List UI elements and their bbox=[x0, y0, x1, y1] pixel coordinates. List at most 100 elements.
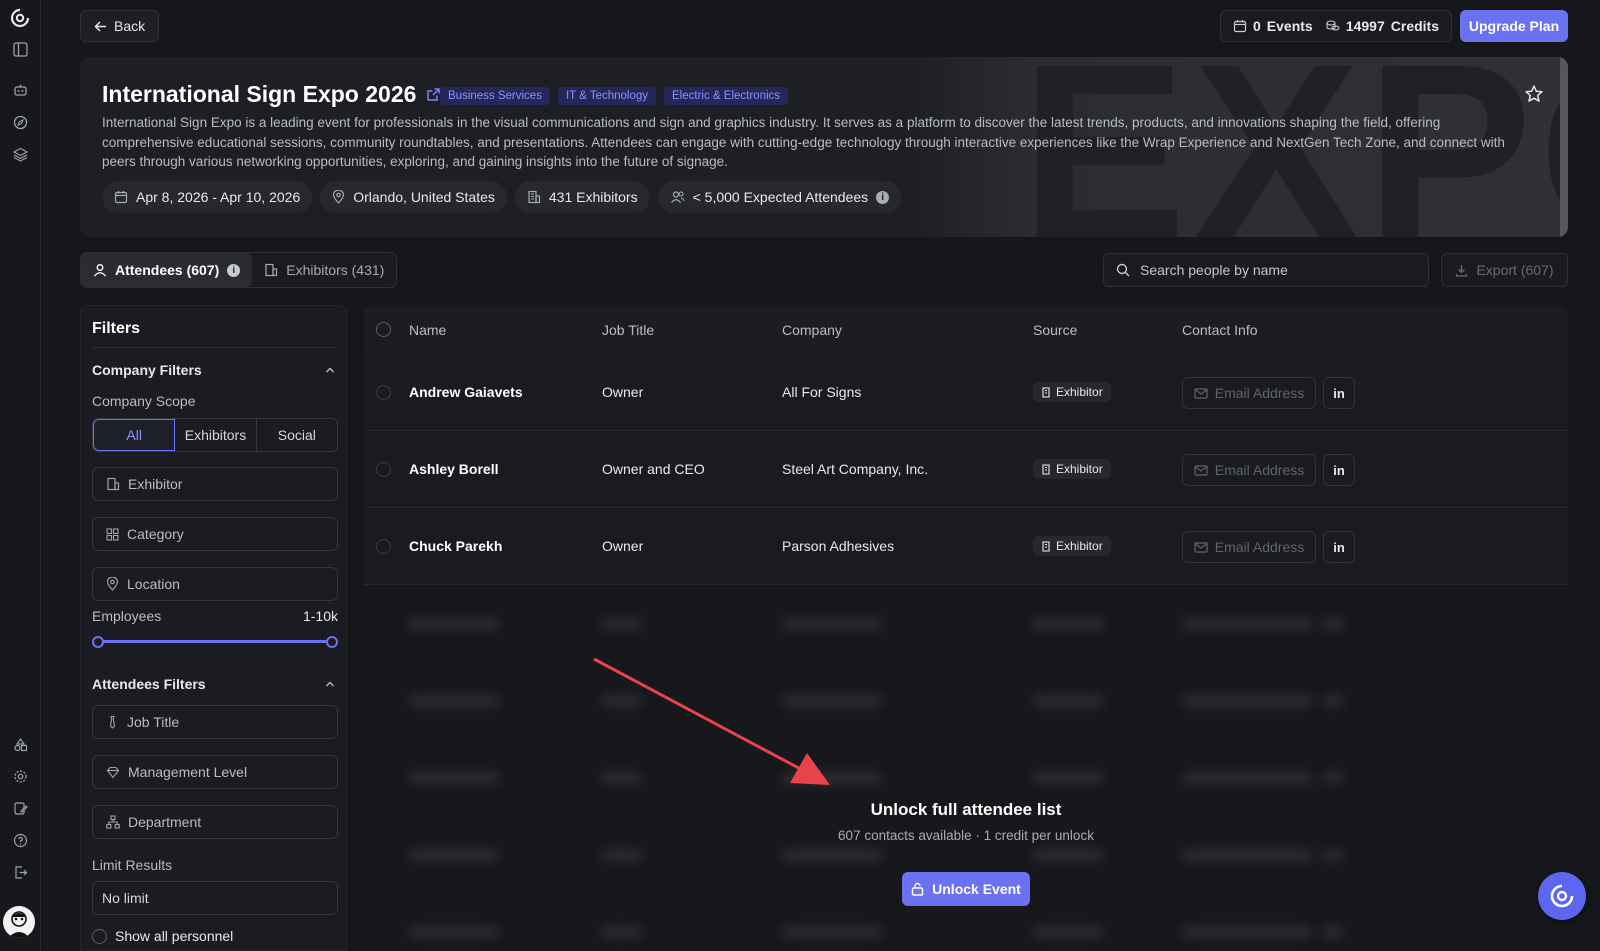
event-tags: Business Services IT & Technology Electr… bbox=[440, 87, 789, 105]
tag: IT & Technology bbox=[557, 87, 657, 105]
star-favorite-icon[interactable] bbox=[1524, 84, 1544, 104]
export-button[interactable]: Export (607) bbox=[1441, 253, 1568, 287]
header-job-title[interactable]: Job Title bbox=[602, 322, 654, 338]
upgrade-plan-button[interactable]: Upgrade Plan bbox=[1460, 10, 1568, 42]
coins-icon bbox=[1326, 19, 1340, 33]
building-icon bbox=[264, 263, 278, 277]
exhibitor-filter[interactable]: Exhibitor bbox=[92, 467, 338, 501]
help-icon[interactable] bbox=[9, 829, 31, 851]
attendees-chip: < 5,000 Expected Attendees i bbox=[657, 181, 902, 213]
tab-attendees[interactable]: Attendees (607) i bbox=[81, 253, 253, 287]
info-icon[interactable]: i bbox=[876, 190, 890, 204]
header-name[interactable]: Name bbox=[409, 322, 446, 338]
header-contact-info[interactable]: Contact Info bbox=[1182, 322, 1258, 338]
building-icon bbox=[106, 477, 120, 491]
tie-icon bbox=[106, 715, 119, 729]
unlock-title: Unlock full attendee list bbox=[870, 800, 1062, 819]
unlock-event-button[interactable]: Unlock Event bbox=[902, 872, 1030, 906]
attendee-company: All For Signs bbox=[782, 384, 862, 400]
table-header: Name Job Title Company Source Contact In… bbox=[364, 305, 1568, 355]
shapes-icon[interactable] bbox=[9, 733, 31, 755]
show-all-personnel[interactable]: Show all personnel bbox=[92, 928, 233, 944]
header-company[interactable]: Company bbox=[782, 322, 842, 338]
people-search bbox=[1103, 253, 1429, 287]
job-title-filter[interactable]: Job Title bbox=[92, 705, 338, 739]
filters-title: Filters bbox=[92, 320, 141, 337]
settings-gear-icon[interactable] bbox=[9, 765, 31, 787]
bot-icon[interactable] bbox=[9, 79, 31, 101]
linkedin-icon[interactable]: in bbox=[1323, 377, 1355, 409]
table-row[interactable]: Ashley Borell Owner and CEO Steel Art Co… bbox=[364, 432, 1568, 508]
company-filters-header[interactable]: Company Filters bbox=[92, 362, 336, 378]
app-logo-icon[interactable] bbox=[9, 7, 31, 29]
chevron-up-icon bbox=[324, 364, 336, 376]
logout-icon[interactable] bbox=[9, 861, 31, 883]
email-address-button[interactable]: Email Address bbox=[1182, 377, 1316, 409]
edit-note-icon[interactable] bbox=[9, 797, 31, 819]
slider-min-handle[interactable] bbox=[92, 636, 104, 648]
attendees-filters-header[interactable]: Attendees Filters bbox=[92, 676, 336, 692]
building-icon bbox=[1041, 540, 1051, 552]
table-row[interactable]: Andrew Gaiavets Owner All For Signs Exhi… bbox=[364, 355, 1568, 431]
building-icon bbox=[527, 190, 541, 204]
date-chip: Apr 8, 2026 - Apr 10, 2026 bbox=[102, 181, 313, 213]
chevron-up-icon bbox=[324, 678, 336, 690]
scope-exhibitors[interactable]: Exhibitors bbox=[175, 419, 257, 451]
management-level-filter[interactable]: Management Level bbox=[92, 755, 338, 789]
linkedin-icon[interactable]: in bbox=[1323, 454, 1355, 486]
department-filter[interactable]: Department bbox=[92, 805, 338, 839]
event-meta: Apr 8, 2026 - Apr 10, 2026 Orlando, Unit… bbox=[102, 181, 902, 213]
assistant-fab-icon[interactable] bbox=[1538, 872, 1586, 920]
source-badge: Exhibitor bbox=[1033, 382, 1111, 402]
exhibitors-chip: 431 Exhibitors bbox=[514, 181, 650, 213]
management-level-label: Management Level bbox=[128, 764, 248, 780]
search-icon bbox=[1116, 263, 1130, 277]
employees-row: Employees 1-10k bbox=[92, 608, 338, 624]
show-all-radio[interactable] bbox=[92, 928, 107, 944]
event-description: International Sign Expo is a leading eve… bbox=[102, 115, 1505, 169]
calendar-icon bbox=[1233, 19, 1247, 33]
usage-summary: 0 Events 14997 Credits bbox=[1220, 10, 1452, 42]
limit-results-input[interactable]: No limit bbox=[92, 881, 338, 915]
source-badge: Exhibitor bbox=[1033, 536, 1111, 556]
location-filter[interactable]: Location bbox=[92, 567, 338, 601]
tab-exhibitors[interactable]: Exhibitors (431) bbox=[252, 253, 396, 287]
back-button[interactable]: Back bbox=[80, 10, 160, 42]
exhibitor-filter-label: Exhibitor bbox=[128, 476, 183, 492]
row-checkbox[interactable] bbox=[376, 385, 391, 400]
event-dates: Apr 8, 2026 - Apr 10, 2026 bbox=[136, 189, 301, 205]
event-title: International Sign Expo 2026 bbox=[102, 81, 417, 107]
scope-social[interactable]: Social bbox=[257, 419, 337, 451]
back-label: Back bbox=[114, 18, 146, 34]
table-row[interactable]: Chuck Parekh Owner Parson Adhesives Exhi… bbox=[364, 509, 1568, 585]
diamond-icon bbox=[106, 766, 120, 779]
employees-slider[interactable] bbox=[92, 636, 338, 648]
credits-count: 14997 bbox=[1345, 18, 1385, 34]
attendee-job: Owner and CEO bbox=[602, 461, 705, 477]
email-label: Email Address bbox=[1214, 462, 1305, 478]
slider-max-handle[interactable] bbox=[326, 636, 338, 648]
linkedin-icon[interactable]: in bbox=[1323, 531, 1355, 563]
source-label: Exhibitor bbox=[1056, 462, 1103, 476]
info-icon[interactable]: i bbox=[227, 263, 241, 277]
user-avatar[interactable] bbox=[3, 906, 35, 938]
scope-all[interactable]: All bbox=[93, 419, 176, 451]
employees-value: 1-10k bbox=[302, 608, 338, 624]
filters-panel: Filters Company Filters Company Scope Al… bbox=[80, 305, 347, 951]
category-filter[interactable]: Category bbox=[92, 517, 338, 551]
header-source[interactable]: Source bbox=[1033, 322, 1077, 338]
sidebar-toggle-icon[interactable] bbox=[9, 38, 31, 60]
user-icon bbox=[93, 263, 107, 277]
grid-icon bbox=[106, 527, 119, 541]
layers-icon[interactable] bbox=[9, 143, 31, 165]
search-input[interactable] bbox=[1140, 262, 1400, 278]
limit-results-label: Limit Results bbox=[92, 857, 173, 873]
row-checkbox[interactable] bbox=[376, 462, 391, 477]
email-address-button[interactable]: Email Address bbox=[1182, 454, 1316, 486]
email-address-button[interactable]: Email Address bbox=[1182, 531, 1316, 563]
compass-icon[interactable] bbox=[9, 111, 31, 133]
select-all-checkbox[interactable] bbox=[376, 322, 391, 337]
lock-open-icon bbox=[911, 882, 924, 896]
locked-row bbox=[364, 663, 1568, 739]
row-checkbox[interactable] bbox=[376, 539, 391, 554]
